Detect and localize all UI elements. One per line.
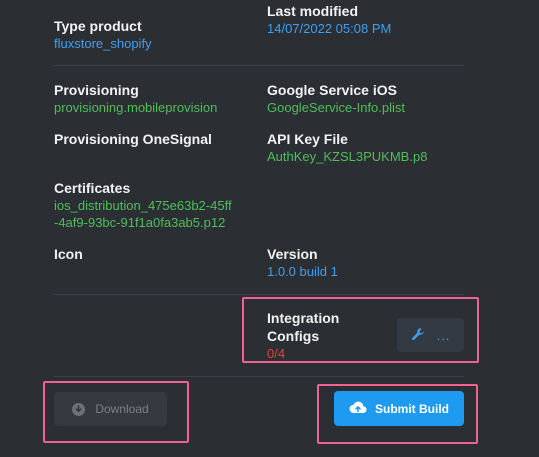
certificates-label: Certificates bbox=[54, 180, 131, 196]
type-product-value: fluxstore_shopify bbox=[54, 36, 152, 51]
icon-label: Icon bbox=[54, 246, 83, 262]
provisioning-onesignal-label: Provisioning OneSignal bbox=[54, 131, 212, 147]
api-key-file-label: API Key File bbox=[267, 131, 348, 147]
certificates-field: Certificates ios_distribution_475e63b2-4… bbox=[54, 179, 232, 231]
google-service-field: Google Service iOS GoogleService-Info.pl… bbox=[267, 81, 405, 116]
download-highlight bbox=[43, 381, 189, 443]
submit-build-highlight bbox=[317, 384, 478, 444]
provisioning-label: Provisioning bbox=[54, 82, 139, 98]
type-product-label: Type product bbox=[54, 18, 142, 34]
last-modified-label: Last modified bbox=[267, 3, 359, 19]
google-service-label: Google Service iOS bbox=[267, 82, 397, 98]
integration-configs-highlight bbox=[242, 297, 479, 363]
last-modified-field: Last modified 14/07/2022 05:08 PM bbox=[267, 2, 391, 37]
divider-middle bbox=[54, 294, 464, 295]
build-details-panel: Type product fluxstore_shopify Last modi… bbox=[0, 0, 539, 457]
version-field: Version 1.0.0 build 1 bbox=[267, 245, 338, 280]
certificates-file-link[interactable]: ios_distribution_475e63b2-45ff -4af9-93b… bbox=[54, 197, 232, 231]
provisioning-onesignal-field: Provisioning OneSignal bbox=[54, 130, 212, 148]
divider-top bbox=[54, 65, 464, 66]
provisioning-field: Provisioning provisioning.mobileprovisio… bbox=[54, 81, 217, 116]
certificates-value-line1: ios_distribution_475e63b2-45ff bbox=[54, 198, 232, 213]
type-product-field: Type product fluxstore_shopify bbox=[54, 17, 152, 52]
version-label: Version bbox=[267, 246, 318, 262]
api-key-file-link[interactable]: AuthKey_KZSL3PUKMB.p8 bbox=[267, 148, 427, 165]
last-modified-value: 14/07/2022 05:08 PM bbox=[267, 21, 392, 36]
icon-field: Icon bbox=[54, 245, 83, 263]
provisioning-file-link[interactable]: provisioning.mobileprovision bbox=[54, 99, 217, 116]
google-service-file-link[interactable]: GoogleService-Info.plist bbox=[267, 99, 405, 116]
divider-bottom bbox=[54, 376, 464, 377]
api-key-file-field: API Key File AuthKey_KZSL3PUKMB.p8 bbox=[267, 130, 427, 165]
certificates-value-line2: -4af9-93bc-91f1a0fa3ab5.p12 bbox=[54, 215, 226, 230]
version-value: 1.0.0 build 1 bbox=[267, 264, 338, 279]
